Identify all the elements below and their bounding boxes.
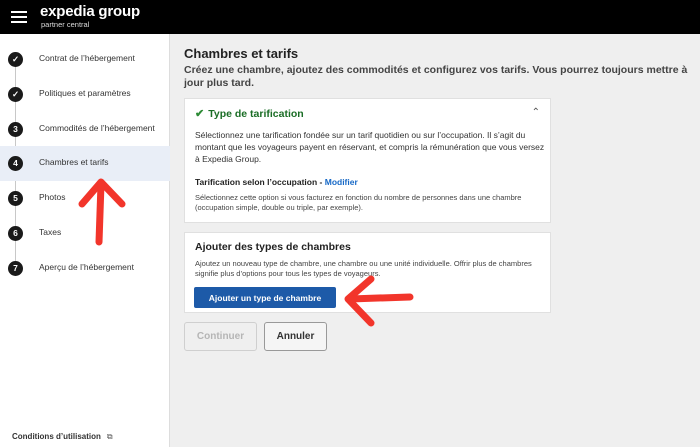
step-number: 5 (8, 191, 23, 206)
sidebar-step-amenities[interactable]: 3 Commodités de l’hébergement (0, 112, 170, 147)
pricing-type-header[interactable]: ✔ Type de tarification (195, 107, 304, 120)
selected-pricing-label: Tarification selon l’occupation - (195, 177, 323, 187)
pricing-type-title: Type de tarification (208, 108, 304, 120)
sidebar-step-rooms-rates[interactable]: 4 Chambres et tarifs (0, 146, 170, 181)
continue-button[interactable]: Continuer (184, 322, 257, 351)
pricing-type-description: Sélectionnez une tarification fondée sur… (195, 130, 545, 164)
step-number: 7 (8, 261, 23, 276)
step-label: Contrat de l’hébergement (39, 53, 135, 63)
chevron-up-icon[interactable]: ⌃ (532, 107, 540, 118)
step-number: 4 (8, 156, 23, 171)
selected-pricing: Tarification selon l’occupation - Modifi… (195, 177, 358, 187)
logo-subtitle: partner central (41, 20, 90, 29)
sidebar-step-photos[interactable]: 5 Photos (0, 181, 170, 216)
step-label: Taxes (39, 227, 62, 237)
page-description: Créez une chambre, ajoutez des commodité… (184, 64, 688, 89)
cancel-button[interactable]: Annuler (264, 322, 327, 351)
sidebar-step-preview[interactable]: 7 Aperçu de l’hébergement (0, 251, 170, 286)
step-label: Politiques et paramètres (39, 88, 131, 98)
sidebar: ✓ Contrat de l’hébergement ✓ Politiques … (0, 34, 170, 447)
add-room-type-button[interactable]: Ajouter un type de chambre (194, 287, 336, 308)
page-title: Chambres et tarifs (184, 46, 299, 61)
expedia-logo[interactable]: expedia group partner central (40, 3, 140, 29)
pricing-type-card: ✔ Type de tarification ⌃ Sélectionnez une… (184, 98, 551, 223)
room-types-title: Ajouter des types de chambres (195, 241, 351, 253)
step-label: Chambres et tarifs (39, 157, 109, 167)
sidebar-step-contract[interactable]: ✓ Contrat de l’hébergement (0, 42, 170, 77)
selected-pricing-description: Sélectionnez cette option si vous factur… (195, 193, 522, 212)
sidebar-step-policies[interactable]: ✓ Politiques et paramètres (0, 77, 170, 112)
step-number: 3 (8, 122, 23, 137)
terms-link[interactable]: Conditions d’utilisation ⧉ (12, 432, 113, 442)
terms-link-label: Conditions d’utilisation (12, 432, 101, 441)
top-bar: expedia group partner central (0, 0, 700, 34)
modify-link[interactable]: Modifier (325, 177, 358, 187)
logo-brand: expedia group (40, 3, 140, 20)
check-icon: ✔ (195, 108, 205, 120)
menu-icon[interactable] (11, 11, 27, 23)
external-link-icon: ⧉ (106, 432, 113, 441)
sidebar-step-taxes[interactable]: 6 Taxes (0, 216, 170, 251)
step-label: Photos (39, 192, 66, 202)
check-icon: ✓ (8, 87, 23, 102)
step-label: Aperçu de l’hébergement (39, 262, 134, 272)
step-label: Commodités de l’hébergement (39, 123, 155, 133)
step-number: 6 (8, 226, 23, 241)
check-icon: ✓ (8, 52, 23, 67)
room-types-description: Ajoutez un nouveau type de chambre, une … (195, 259, 532, 278)
